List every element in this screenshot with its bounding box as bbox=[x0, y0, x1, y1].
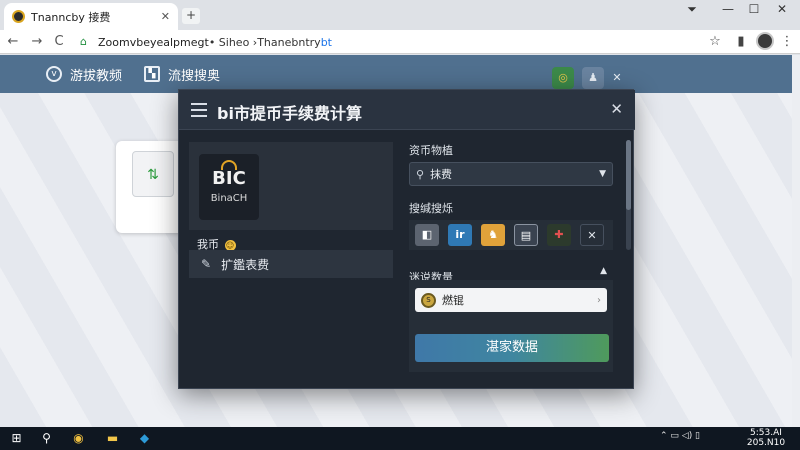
submit-button[interactable]: 湛家数据 bbox=[415, 334, 609, 362]
play-circle-icon: v bbox=[46, 66, 62, 82]
window-close-button[interactable]: ✕ bbox=[764, 0, 800, 20]
chevron-up-icon[interactable]: ▲ bbox=[600, 266, 607, 276]
exchange-logo: BIC BinaCH bbox=[199, 154, 259, 220]
address-separator: • Siheo › bbox=[208, 35, 258, 49]
tab-close-icon[interactable]: ✕ bbox=[161, 10, 170, 23]
site-nav-item-1[interactable]: v 游拔教频 bbox=[46, 64, 122, 84]
coin-arc-icon bbox=[221, 160, 237, 170]
hamburger-menu-icon[interactable] bbox=[191, 103, 207, 117]
site-logo-icon[interactable]: ◎ bbox=[552, 67, 574, 89]
store-icon[interactable]: ◆ bbox=[136, 430, 153, 447]
site-nav-item-2[interactable]: ▚ 流搜搜奥 bbox=[144, 64, 220, 84]
site-nav-label-2: 流搜搜奥 bbox=[168, 68, 221, 84]
tag-icon[interactable]: ◧ bbox=[415, 224, 439, 246]
new-tab-button[interactable]: + bbox=[182, 8, 200, 24]
fee-calculator-modal: bi市提币手续费计算 ✕ BIC BinaCH 我币 ☺ ✎ 扩鑑表费 资币物植 bbox=[178, 89, 635, 389]
modal-scrollbar[interactable] bbox=[626, 140, 631, 250]
asset-select-value: 抹费 bbox=[430, 168, 453, 181]
quantity-panel: S 燃锟 › 湛家数据 bbox=[409, 280, 613, 372]
asset-label: 资币物植 bbox=[409, 144, 453, 157]
address-path-highlight: bt bbox=[320, 35, 332, 49]
tab-favicon-icon bbox=[12, 10, 25, 23]
chrome-icon[interactable]: ◉ bbox=[70, 430, 87, 447]
site-nav-label-1: 游拔教频 bbox=[70, 68, 123, 84]
logo-subtitle: BinaCH bbox=[210, 193, 248, 204]
forward-button[interactable]: → bbox=[28, 33, 46, 51]
quantity-field[interactable]: S 燃锟 › bbox=[415, 288, 607, 312]
modal-right-column: 资币物植 ⚲ 抹费 ▼ 搜缄搜烁 ◧ ir ♞ ▤ ✚ ✕ 迷说数量 ▲ S 燃… bbox=[409, 140, 613, 374]
taskbar: ⊞ ⚲ ◉ ▬ ◆ ⌃ ▭ ◁) ▯ 5:53.AI 205.N10 bbox=[0, 427, 800, 450]
clock-time: 5:53.AI bbox=[750, 428, 782, 438]
extension-icon[interactable]: ▮ bbox=[732, 33, 750, 51]
address-path: Thanebntry bbox=[257, 35, 321, 49]
users-icon[interactable]: ♟ bbox=[582, 67, 604, 89]
quantity-value: 燃锟 bbox=[442, 294, 464, 307]
browser-menu-icon[interactable]: ⋮ bbox=[778, 33, 796, 51]
logo-mark: BIC bbox=[212, 168, 246, 189]
tumblr-icon[interactable]: ir bbox=[448, 224, 472, 246]
browser-tab-strip: Tnanncby 接费 ✕ + ⏷ — ☐ ✕ bbox=[0, 0, 800, 30]
grid-icon: ▚ bbox=[144, 66, 160, 82]
address-host: Zoomvbeyealpmegt bbox=[98, 35, 209, 49]
search-icon: ⚲ bbox=[416, 167, 425, 181]
modal-left-column: BIC BinaCH 我币 ☺ ✎ 扩鑑表费 bbox=[189, 142, 395, 368]
tab-title: Tnanncby 接费 bbox=[31, 10, 111, 24]
home-icon: ⌂ bbox=[80, 35, 87, 48]
asset-select[interactable]: ⚲ 抹费 ▼ bbox=[409, 162, 613, 186]
chevron-right-icon: › bbox=[597, 294, 601, 306]
modal-header: bi市提币手续费计算 ✕ bbox=[179, 90, 635, 130]
modal-title: bi市提币手续费计算 bbox=[217, 104, 362, 123]
extension-fee-row[interactable]: ✎ 扩鑑表费 bbox=[189, 250, 393, 278]
browser-toolbar: ← → C ⌂ Zoomvbeyealpmegt • Siheo › Thane… bbox=[0, 30, 800, 54]
folder-icon[interactable]: ▬ bbox=[104, 430, 121, 447]
swap-arrows-icon: ⇅ bbox=[132, 151, 174, 197]
modal-scrollbar-thumb[interactable] bbox=[626, 140, 631, 210]
browser-tab[interactable]: Tnanncby 接费 ✕ bbox=[4, 3, 178, 30]
profile-avatar[interactable] bbox=[756, 32, 774, 50]
modal-close-button[interactable]: ✕ bbox=[610, 100, 623, 118]
search-icon[interactable]: ⚲ bbox=[38, 430, 55, 447]
page-content: v 游拔教频 ▚ 流搜搜奥 ◎ ♟ ✕ ⇅ bi市提币手续费计算 ✕ BIC B… bbox=[0, 55, 800, 427]
tab-search-icon[interactable]: ⏷ bbox=[674, 0, 710, 20]
coin-icon: S bbox=[421, 292, 436, 308]
bookmark-star-icon[interactable]: ☆ bbox=[706, 33, 724, 51]
taskbar-clock[interactable]: 5:53.AI 205.N10 bbox=[735, 428, 797, 448]
header-close-button[interactable]: ✕ bbox=[606, 67, 628, 89]
pencil-icon: ✎ bbox=[201, 257, 212, 271]
chart-icon[interactable]: ✚ bbox=[547, 224, 571, 246]
document-icon[interactable]: ▤ bbox=[514, 224, 538, 246]
chevron-down-icon: ▼ bbox=[599, 169, 606, 179]
logo-panel: BIC BinaCH bbox=[189, 142, 393, 230]
extension-fee-label: 扩鑑表费 bbox=[221, 257, 270, 272]
system-tray-icons[interactable]: ⌃ ▭ ◁) ▯ bbox=[660, 431, 700, 441]
address-bar[interactable]: ⌂ Zoomvbeyealpmegt • Siheo › Thanebntry … bbox=[74, 32, 694, 52]
reload-button[interactable]: C bbox=[50, 33, 68, 51]
twitter-icon[interactable]: ♞ bbox=[481, 224, 505, 246]
clock-date: 205.N10 bbox=[746, 438, 786, 448]
network-label: 搜缄搜烁 bbox=[409, 202, 453, 215]
network-icon-row: ◧ ir ♞ ▤ ✚ ✕ bbox=[409, 220, 613, 250]
windows-start-icon[interactable]: ⊞ bbox=[8, 430, 25, 447]
back-button[interactable]: ← bbox=[4, 33, 22, 51]
site-header: v 游拔教频 ▚ 流搜搜奥 ◎ ♟ ✕ bbox=[0, 55, 800, 93]
page-scrollbar[interactable] bbox=[792, 55, 800, 427]
clear-network-button[interactable]: ✕ bbox=[580, 224, 604, 246]
